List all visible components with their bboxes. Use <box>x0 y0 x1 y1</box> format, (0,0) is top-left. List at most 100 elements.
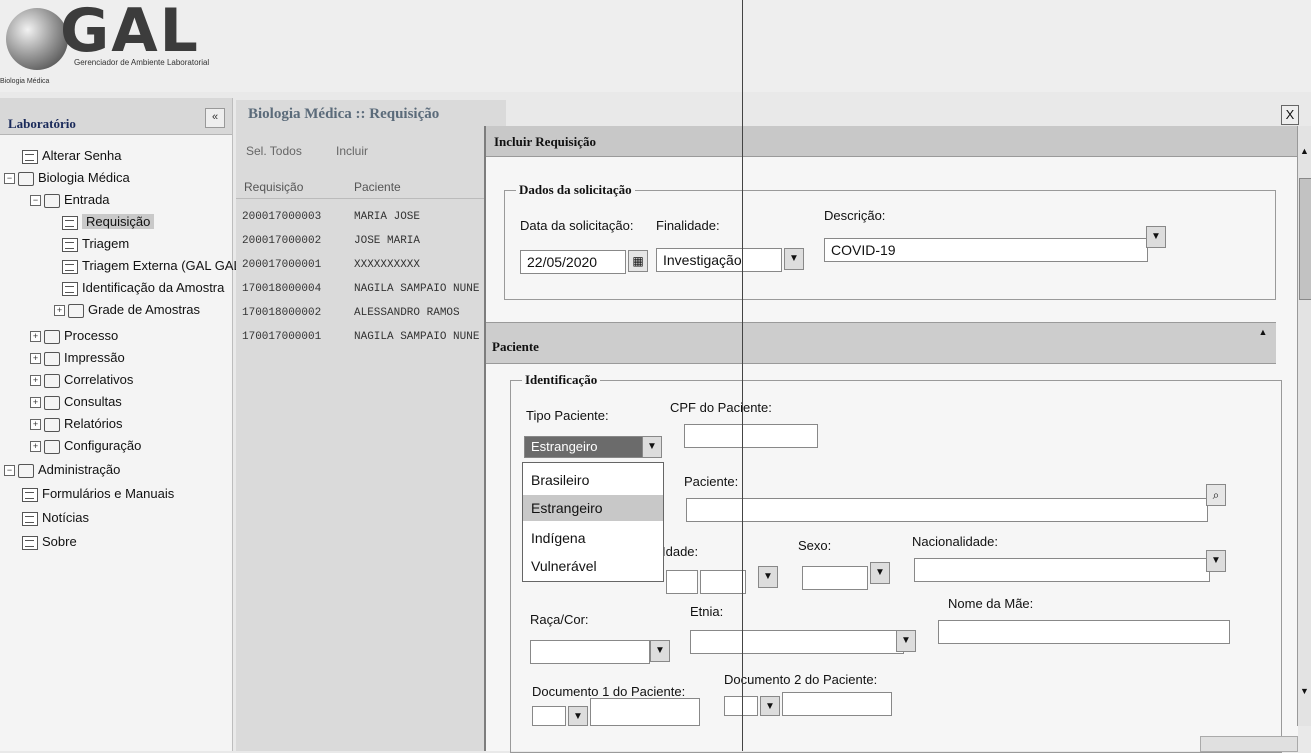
descricao-select[interactable]: COVID-19 <box>824 238 1148 262</box>
descricao-label: Descrição: <box>824 208 886 223</box>
scroll-thumb[interactable] <box>1299 178 1311 300</box>
select-all-button[interactable]: Sel. Todos <box>246 144 302 158</box>
cell-paciente: NAGILA SAMPAIO NUNE <box>354 331 480 343</box>
column-header-paciente[interactable]: Paciente <box>354 180 401 194</box>
folder-icon <box>18 171 34 186</box>
collapse-icon[interactable]: − <box>30 195 41 207</box>
scroll-down-icon[interactable]: ▼ <box>1300 686 1309 696</box>
collapse-icon[interactable]: − <box>4 465 15 477</box>
chevron-down-icon[interactable]: ▼ <box>784 248 804 270</box>
table-row[interactable]: 170018000004 NAGILA SAMPAIO NUNE <box>236 280 506 302</box>
sidebar-item-formularios-manuais[interactable]: Formulários e Manuais <box>22 484 174 504</box>
sidebar-item-alterar-senha[interactable]: Alterar Senha <box>22 146 122 166</box>
chevron-down-icon[interactable]: ▼ <box>760 696 780 716</box>
app-header: GAL Gerenciador de Ambiente Laboratorial… <box>0 0 1311 92</box>
chevron-down-icon[interactable]: ▼ <box>758 566 778 588</box>
option-estrangeiro[interactable]: Estrangeiro <box>523 495 663 521</box>
chevron-down-icon[interactable]: ▼ <box>870 562 890 584</box>
sidebar-item-correlativos[interactable]: + Correlativos <box>30 370 133 390</box>
raca-cor-select[interactable] <box>530 640 650 664</box>
sexo-label: Sexo: <box>798 538 832 553</box>
sexo-select[interactable] <box>802 566 868 590</box>
document-icon <box>22 511 38 526</box>
cell-paciente: MARIA JOSE <box>354 211 421 223</box>
nacionalidade-select[interactable] <box>914 558 1210 582</box>
etnia-select[interactable] <box>690 630 904 654</box>
documento-2-input[interactable] <box>782 692 892 716</box>
calendar-icon[interactable]: ▦ <box>628 250 648 272</box>
nome-mae-input[interactable] <box>938 620 1230 644</box>
collapse-up-icon[interactable]: ▲ <box>1256 327 1270 339</box>
chevron-down-icon[interactable]: ▼ <box>896 630 916 652</box>
sidebar-item-requisicao[interactable]: Requisição <box>62 212 155 232</box>
sidebar-item-relatorios[interactable]: + Relatórios <box>30 414 123 434</box>
finalidade-label: Finalidade: <box>656 218 720 233</box>
idade-label: Idade: <box>662 544 699 559</box>
include-button[interactable]: Incluir <box>336 144 368 158</box>
sidebar-item-triagem-externa[interactable]: Triagem Externa (GAL GAL <box>62 256 241 276</box>
expand-icon[interactable]: + <box>30 397 41 409</box>
sidebar-item-identificacao-amostra[interactable]: Identificação da Amostra <box>62 278 224 298</box>
paciente-section-title: Paciente <box>492 339 539 354</box>
list-header-row: Requisição Paciente <box>236 176 506 199</box>
etnia-label: Etnia: <box>690 604 724 619</box>
documento-1-type-select[interactable] <box>532 706 566 726</box>
dialog-footer-buttons[interactable] <box>1200 736 1298 752</box>
sidebar-item-grade-amostras[interactable]: + Grade de Amostras <box>54 300 200 320</box>
expand-icon[interactable]: + <box>30 353 41 365</box>
sidebar: Laboratório « Alterar Senha − Biologia Mé… <box>0 98 241 751</box>
search-icon[interactable]: ⌕ <box>1206 484 1226 506</box>
sidebar-item-biologia-medica[interactable]: − Biologia Médica <box>4 168 130 188</box>
sidebar-item-noticias[interactable]: Notícias <box>22 508 89 528</box>
paciente-label: Paciente: <box>684 474 739 489</box>
sidebar-item-sobre[interactable]: Sobre <box>22 532 77 552</box>
option-brasileiro[interactable]: Brasileiro <box>523 467 663 493</box>
data-solicitacao-input[interactable]: 22/05/2020 <box>520 250 626 274</box>
nome-mae-label: Nome da Mãe: <box>948 596 1034 611</box>
table-row[interactable]: 200017000002 JOSE MARIA <box>236 232 506 254</box>
dialog-scrollbar[interactable]: ▲ ▼ <box>1297 126 1311 726</box>
collapse-sidebar-button[interactable]: « <box>205 108 225 128</box>
logo-text: GAL <box>60 0 200 66</box>
chevron-down-icon[interactable]: ▼ <box>1146 226 1166 248</box>
chevron-down-icon[interactable]: ▼ <box>1206 550 1226 572</box>
chevron-down-icon[interactable]: ▼ <box>642 436 662 458</box>
tipo-paciente-select[interactable]: Estrangeiro <box>524 436 644 458</box>
table-row[interactable]: 170017000001 NAGILA SAMPAIO NUNE <box>236 328 506 350</box>
sidebar-item-administracao[interactable]: − Administração <box>4 460 120 480</box>
sidebar-item-configuracao[interactable]: + Configuração <box>30 436 141 456</box>
sidebar-item-triagem[interactable]: Triagem <box>62 234 129 254</box>
close-icon[interactable]: X <box>1281 105 1299 125</box>
documento-1-input[interactable] <box>590 698 700 726</box>
sidebar-item-processo[interactable]: + Processo <box>30 326 118 346</box>
cpf-input[interactable] <box>684 424 818 448</box>
option-indigena[interactable]: Indígena <box>523 525 663 551</box>
sidebar-item-entrada[interactable]: − Entrada <box>30 190 110 210</box>
folder-icon <box>44 417 60 432</box>
cpf-label: CPF do Paciente: <box>670 400 772 415</box>
idade-unit-select[interactable] <box>700 570 746 594</box>
expand-icon[interactable]: + <box>30 419 41 431</box>
expand-icon[interactable]: + <box>30 441 41 453</box>
table-row[interactable]: 170018000002 ALESSANDRO RAMOS <box>236 304 506 326</box>
sidebar-item-consultas[interactable]: + Consultas <box>30 392 122 412</box>
sidebar-item-impressao[interactable]: + Impressão <box>30 348 125 368</box>
expand-icon[interactable]: + <box>30 331 41 343</box>
cell-requisicao: 200017000003 <box>242 211 322 223</box>
table-row[interactable]: 200017000003 MARIA JOSE <box>236 208 506 230</box>
paciente-name-input[interactable] <box>686 498 1208 522</box>
documento-2-type-select[interactable] <box>724 696 758 716</box>
expand-icon[interactable]: + <box>30 375 41 387</box>
chevron-down-icon[interactable]: ▼ <box>650 640 670 662</box>
column-header-requisicao[interactable]: Requisição <box>244 180 303 194</box>
scroll-up-icon[interactable]: ▲ <box>1300 146 1309 156</box>
solicitacao-legend: Dados da solicitação <box>516 182 635 198</box>
finalidade-select[interactable]: Investigação <box>656 248 782 272</box>
paciente-section-header[interactable]: Paciente ▲ <box>486 322 1276 364</box>
chevron-down-icon[interactable]: ▼ <box>568 706 588 726</box>
expand-icon[interactable]: + <box>54 305 65 317</box>
option-vulneravel[interactable]: Vulnerável <box>523 553 663 579</box>
table-row[interactable]: 200017000001 XXXXXXXXXX <box>236 256 506 278</box>
collapse-icon[interactable]: − <box>4 173 15 185</box>
idade-input[interactable] <box>666 570 698 594</box>
